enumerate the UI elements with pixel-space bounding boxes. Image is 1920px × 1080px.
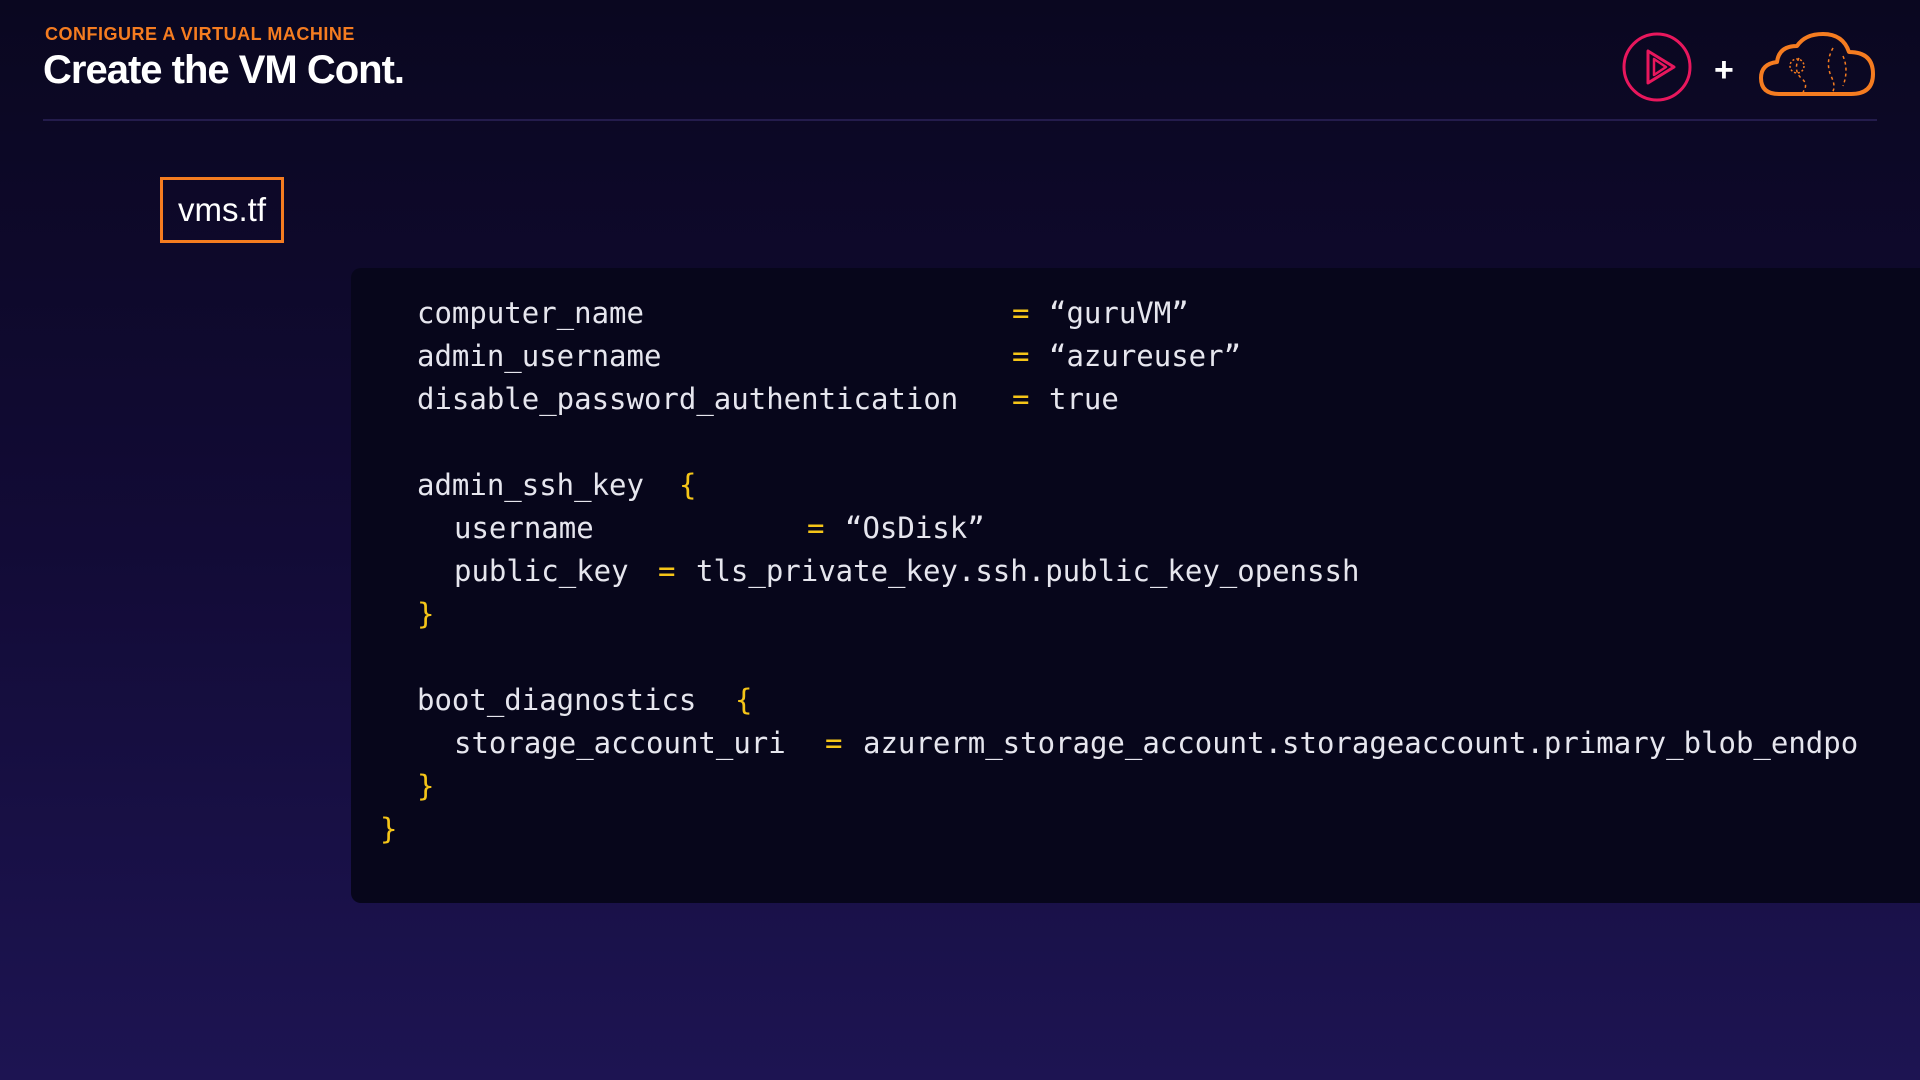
code-line: boot_diagnostics {	[351, 680, 752, 720]
code-brace: }	[417, 597, 435, 631]
code-value: “azureuser”	[1049, 339, 1242, 373]
code-value: tls_private_key.ssh.public_key_openssh	[696, 554, 1360, 588]
file-name-tab: vms.tf	[160, 177, 284, 243]
code-brace: {	[679, 468, 697, 502]
code-panel: computer_name = “guruVM” admin_username …	[351, 268, 1920, 903]
code-value: “guruVM”	[1049, 296, 1189, 330]
code-operator: =	[1012, 382, 1030, 416]
code-brace: }	[380, 812, 398, 846]
code-key: admin_username	[417, 339, 662, 373]
code-key: disable_password_authentication	[417, 382, 959, 416]
code-value: azurerm_storage_account.storageaccount.p…	[863, 726, 1859, 760]
header-kicker: CONFIGURE A VIRTUAL MACHINE	[45, 24, 355, 44]
plus-icon: +	[1714, 51, 1734, 89]
code-key: storage_account_uri	[454, 726, 786, 760]
code-line: }	[351, 809, 421, 849]
code-key: admin_ssh_key	[417, 468, 644, 502]
code-operator: =	[807, 511, 825, 545]
code-line: }	[351, 594, 434, 634]
header-divider	[43, 119, 1877, 121]
code-brace: }	[417, 769, 435, 803]
code-operator: =	[825, 726, 843, 760]
code-brace: {	[735, 683, 753, 717]
code-operator: =	[658, 554, 676, 588]
code-value: true	[1049, 382, 1119, 416]
code-line: admin_ssh_key {	[351, 465, 696, 505]
code-key: boot_diagnostics	[417, 683, 697, 717]
page-title: Create the VM Cont.	[43, 48, 405, 92]
code-operator: =	[1012, 296, 1030, 330]
code-line: storage_account_uri = azurerm_storage_ac…	[351, 723, 1858, 763]
code-line: admin_username = “azureuser”	[351, 336, 1241, 376]
code-line: username = “OsDisk”	[351, 508, 985, 548]
code-value: “OsDisk”	[845, 511, 985, 545]
code-line: public_key = tls_private_key.ssh.public_…	[351, 551, 1359, 591]
code-key: public_key	[454, 554, 629, 588]
code-line: disable_password_authentication = true	[351, 379, 1119, 419]
code-line: }	[351, 766, 434, 806]
play-logo-icon	[1622, 32, 1692, 102]
code-key: computer_name	[417, 296, 644, 330]
code-key: username	[454, 511, 594, 545]
cloud-logo-icon	[1759, 32, 1875, 96]
code-operator: =	[1012, 339, 1030, 373]
code-line: computer_name = “guruVM”	[351, 293, 1189, 333]
